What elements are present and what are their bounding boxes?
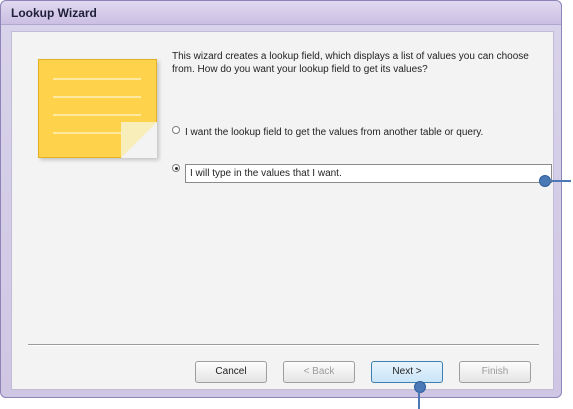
illustration-line bbox=[53, 96, 141, 98]
cancel-button[interactable]: Cancel bbox=[195, 361, 267, 383]
option-label-type-values: I will type in the values that I want. bbox=[185, 164, 552, 183]
callout-line-option-icon bbox=[549, 180, 571, 182]
illustration-line bbox=[53, 114, 141, 116]
title-bar: Lookup Wizard bbox=[1, 1, 561, 25]
finish-button[interactable]: Finish bbox=[459, 361, 531, 383]
radio-button-type-values[interactable] bbox=[172, 164, 180, 172]
intro-text: This wizard creates a lookup field, whic… bbox=[172, 51, 529, 75]
lookup-wizard-window: Lookup Wizard This wizard creates a look… bbox=[0, 0, 562, 398]
back-button[interactable]: < Back bbox=[283, 361, 355, 383]
option-label-table-query: I want the lookup field to get the value… bbox=[185, 127, 484, 138]
illustration-line bbox=[53, 78, 141, 80]
screenshot-stage: Lookup Wizard This wizard creates a look… bbox=[0, 0, 573, 409]
window-title: Lookup Wizard bbox=[11, 6, 97, 20]
next-button[interactable]: Next > bbox=[371, 361, 443, 383]
button-separator bbox=[28, 344, 539, 345]
option-type-values[interactable]: I will type in the values that I want. bbox=[172, 164, 552, 183]
callout-line-next-icon bbox=[418, 390, 420, 409]
wizard-illustration bbox=[38, 59, 157, 158]
radio-button-table-query[interactable] bbox=[172, 126, 180, 134]
option-table-query[interactable]: I want the lookup field to get the value… bbox=[172, 126, 532, 139]
wizard-content: This wizard creates a lookup field, whic… bbox=[11, 31, 554, 390]
callout-dot-next-icon bbox=[415, 382, 425, 392]
illustration-fold bbox=[121, 122, 157, 158]
